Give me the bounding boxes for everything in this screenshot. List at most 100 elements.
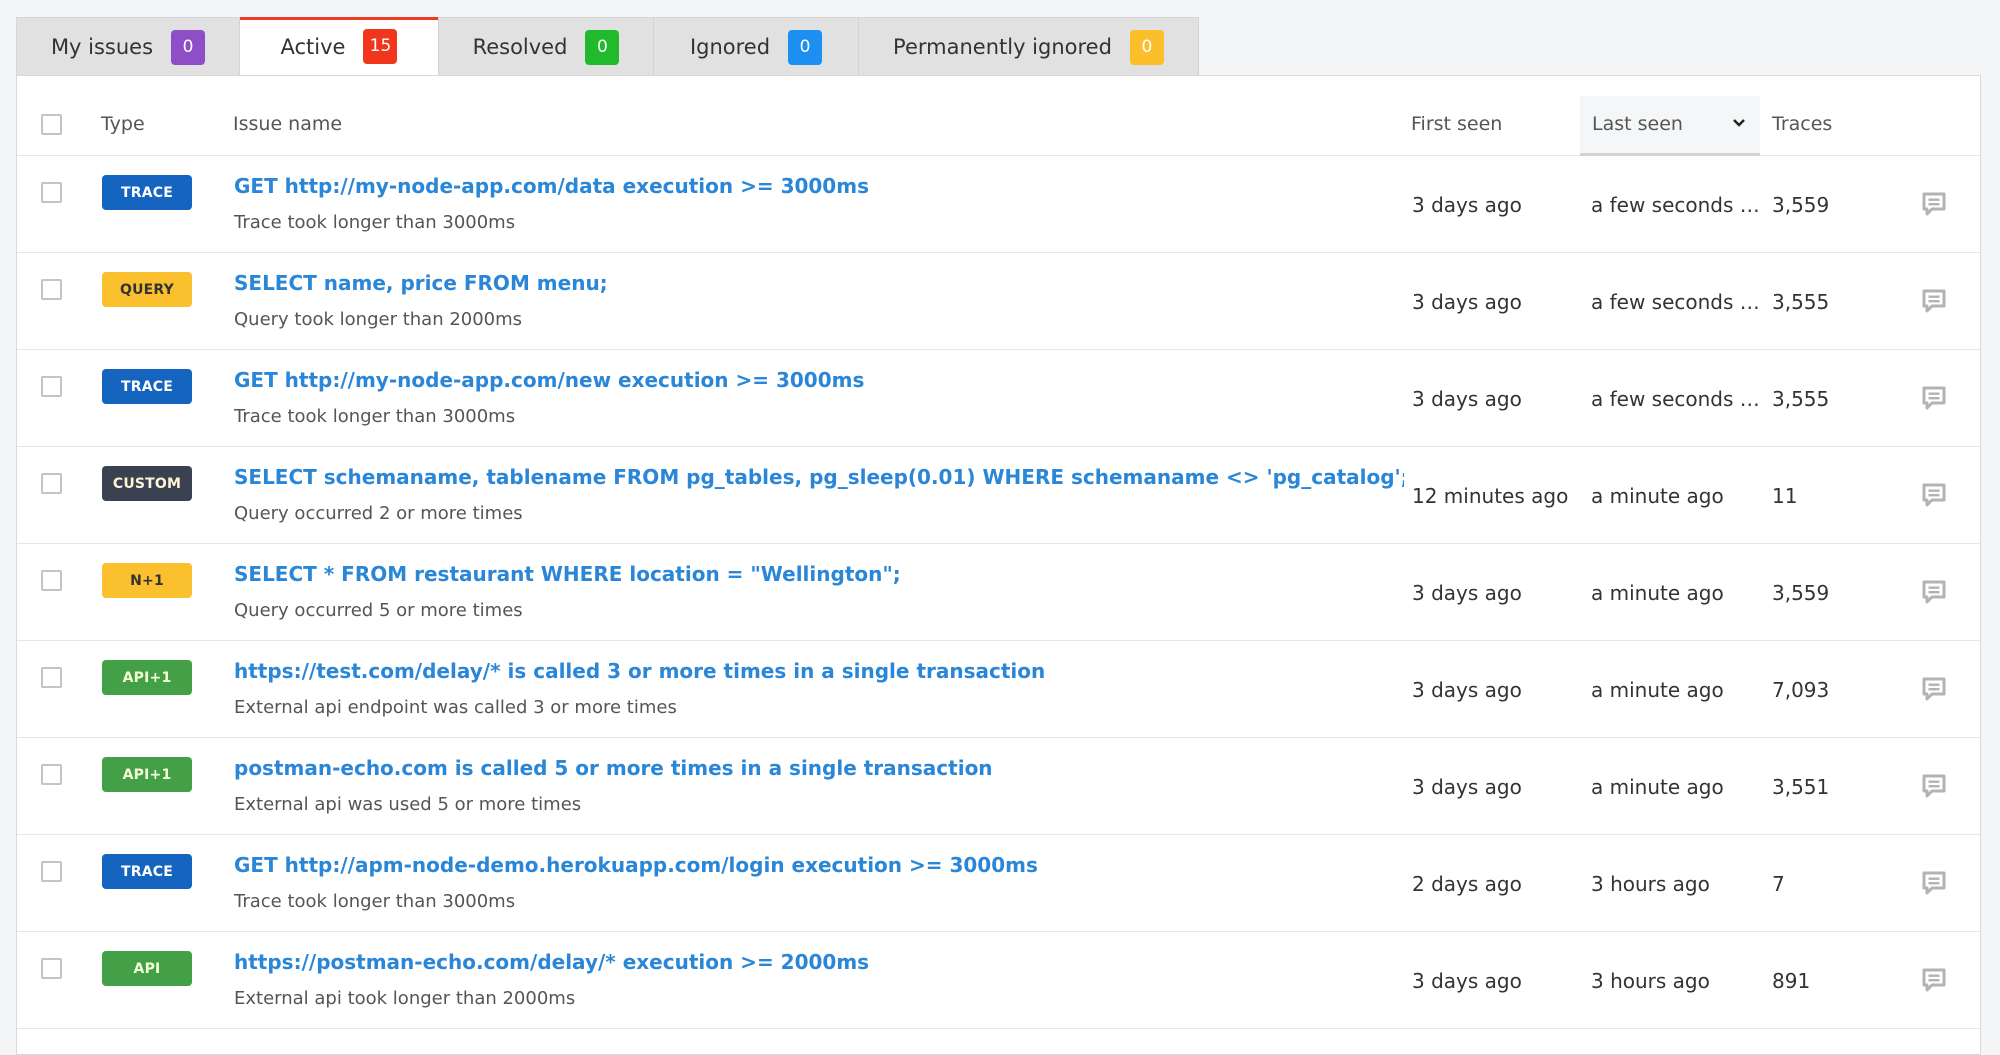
last-seen: a minute ago: [1591, 581, 1724, 605]
table-row[interactable]: TRACE GET http://my-node-app.com/data ex…: [17, 156, 1980, 253]
comment-icon[interactable]: [1921, 870, 1947, 896]
row-checkbox[interactable]: [41, 667, 62, 688]
issue-type-badge: API+1: [102, 660, 192, 695]
last-seen: a minute ago: [1591, 678, 1724, 702]
header-last-seen-label: Last seen: [1592, 113, 1683, 135]
comment-icon[interactable]: [1921, 579, 1947, 605]
row-checkbox[interactable]: [41, 182, 62, 203]
issue-title-link[interactable]: https://test.com/delay/* is called 3 or …: [234, 659, 1404, 683]
tab-count-badge: 0: [171, 29, 206, 65]
issues-table: Type Issue name First seen Last seen Tra…: [16, 75, 1981, 1055]
comment-icon[interactable]: [1921, 385, 1947, 411]
first-seen: 3 days ago: [1412, 387, 1522, 411]
table-row[interactable]: CUSTOM SELECT schemaname, tablename FROM…: [17, 447, 1980, 544]
issue-type-badge: QUERY: [102, 272, 192, 307]
traces-count: 891: [1772, 969, 1811, 993]
first-seen: 3 days ago: [1412, 290, 1522, 314]
row-checkbox[interactable]: [41, 279, 62, 300]
row-checkbox[interactable]: [41, 861, 62, 882]
issue-tabs: My issues 0 Active 15 Resolved 0 Ignored…: [16, 17, 1199, 77]
issue-title-link[interactable]: GET http://my-node-app.com/new execution…: [234, 368, 1404, 392]
tab-resolved[interactable]: Resolved 0: [439, 18, 654, 77]
first-seen: 3 days ago: [1412, 193, 1522, 217]
table-row[interactable]: API+1 https://test.com/delay/* is called…: [17, 641, 1980, 738]
traces-count: 3,555: [1772, 290, 1830, 314]
issue-title-link[interactable]: SELECT name, price FROM menu;: [234, 271, 1404, 295]
row-checkbox[interactable]: [41, 570, 62, 591]
tab-label: Permanently ignored: [893, 35, 1112, 59]
tab-label: Ignored: [689, 35, 771, 59]
header-first-seen[interactable]: First seen: [1411, 113, 1502, 135]
issue-title-link[interactable]: GET http://my-node-app.com/data executio…: [234, 174, 1404, 198]
comment-icon[interactable]: [1921, 482, 1947, 508]
issue-description: External api was used 5 or more times: [234, 794, 582, 815]
issue-type-badge: API+1: [102, 757, 192, 792]
tab-count-badge: 15: [363, 29, 398, 64]
issue-title-link[interactable]: GET http://apm-node-demo.herokuapp.com/l…: [234, 853, 1404, 877]
issue-type-badge: TRACE: [102, 175, 192, 210]
issue-type-badge: CUSTOM: [102, 466, 192, 501]
last-seen: a few seconds ago: [1591, 290, 1771, 314]
last-seen: a few seconds ago: [1591, 387, 1771, 411]
issue-title-link[interactable]: SELECT schemaname, tablename FROM pg_tab…: [234, 465, 1404, 489]
header-type: Type: [101, 113, 145, 135]
table-row[interactable]: API https://postman-echo.com/delay/* exe…: [17, 932, 1980, 1029]
tab-count-badge: 0: [788, 29, 823, 65]
tab-count-badge: 0: [1129, 29, 1164, 65]
issue-description: Trace took longer than 3000ms: [234, 891, 516, 912]
table-row[interactable]: TRACE GET http://my-node-app.com/new exe…: [17, 350, 1980, 447]
issue-description: External api took longer than 2000ms: [234, 988, 576, 1009]
comment-icon[interactable]: [1921, 773, 1947, 799]
tab-permanently-ignored[interactable]: Permanently ignored 0: [859, 18, 1199, 77]
traces-count: 7,093: [1772, 678, 1830, 702]
row-checkbox[interactable]: [41, 473, 62, 494]
issue-title-link[interactable]: https://postman-echo.com/delay/* executi…: [234, 950, 1404, 974]
first-seen: 3 days ago: [1412, 775, 1522, 799]
issue-type-badge: TRACE: [102, 369, 192, 404]
table-row[interactable]: N+1 SELECT * FROM restaurant WHERE locat…: [17, 544, 1980, 641]
issue-title-link[interactable]: postman-echo.com is called 5 or more tim…: [234, 756, 1404, 780]
issue-description: External api endpoint was called 3 or mo…: [234, 697, 677, 718]
chevron-down-icon: [1733, 119, 1745, 127]
select-all-checkbox[interactable]: [41, 114, 62, 135]
comment-icon[interactable]: [1921, 288, 1947, 314]
issue-description: Query occurred 5 or more times: [234, 600, 523, 621]
row-checkbox[interactable]: [41, 958, 62, 979]
issue-description: Query occurred 2 or more times: [234, 503, 523, 524]
table-row[interactable]: API+1 postman-echo.com is called 5 or mo…: [17, 738, 1980, 835]
header-traces[interactable]: Traces: [1772, 113, 1832, 135]
last-seen: 3 hours ago: [1591, 872, 1710, 896]
header-issue-name: Issue name: [233, 113, 343, 135]
last-seen: 3 hours ago: [1591, 969, 1710, 993]
comment-icon[interactable]: [1921, 676, 1947, 702]
first-seen: 2 days ago: [1412, 872, 1522, 896]
traces-count: 11: [1772, 484, 1798, 508]
tab-active[interactable]: Active 15: [240, 17, 439, 77]
issue-type-badge: API: [102, 951, 192, 986]
tab-my-issues[interactable]: My issues 0: [17, 18, 240, 77]
tab-ignored[interactable]: Ignored 0: [654, 18, 859, 77]
last-seen: a few seconds ago: [1591, 193, 1771, 217]
issue-description: Trace took longer than 3000ms: [234, 212, 516, 233]
issue-description: Query took longer than 2000ms: [234, 309, 523, 330]
comment-icon[interactable]: [1921, 191, 1947, 217]
first-seen: 3 days ago: [1412, 969, 1522, 993]
tab-label: My issues: [50, 35, 154, 59]
row-checkbox[interactable]: [41, 764, 62, 785]
traces-count: 3,555: [1772, 387, 1830, 411]
traces-count: 3,559: [1772, 581, 1830, 605]
comment-icon[interactable]: [1921, 967, 1947, 993]
last-seen: a minute ago: [1591, 484, 1724, 508]
table-row[interactable]: TRACE GET http://apm-node-demo.herokuapp…: [17, 835, 1980, 932]
first-seen: 12 minutes ago: [1412, 484, 1569, 508]
table-row[interactable]: QUERY SELECT name, price FROM menu; Quer…: [17, 253, 1980, 350]
issue-title-link[interactable]: SELECT * FROM restaurant WHERE location …: [234, 562, 1404, 586]
first-seen: 3 days ago: [1412, 678, 1522, 702]
traces-count: 7: [1772, 872, 1785, 896]
table-header: Type Issue name First seen Last seen Tra…: [17, 76, 1980, 156]
row-checkbox[interactable]: [41, 376, 62, 397]
header-last-seen[interactable]: Last seen: [1580, 96, 1760, 156]
first-seen: 3 days ago: [1412, 581, 1522, 605]
last-seen: a minute ago: [1591, 775, 1724, 799]
traces-count: 3,559: [1772, 193, 1830, 217]
